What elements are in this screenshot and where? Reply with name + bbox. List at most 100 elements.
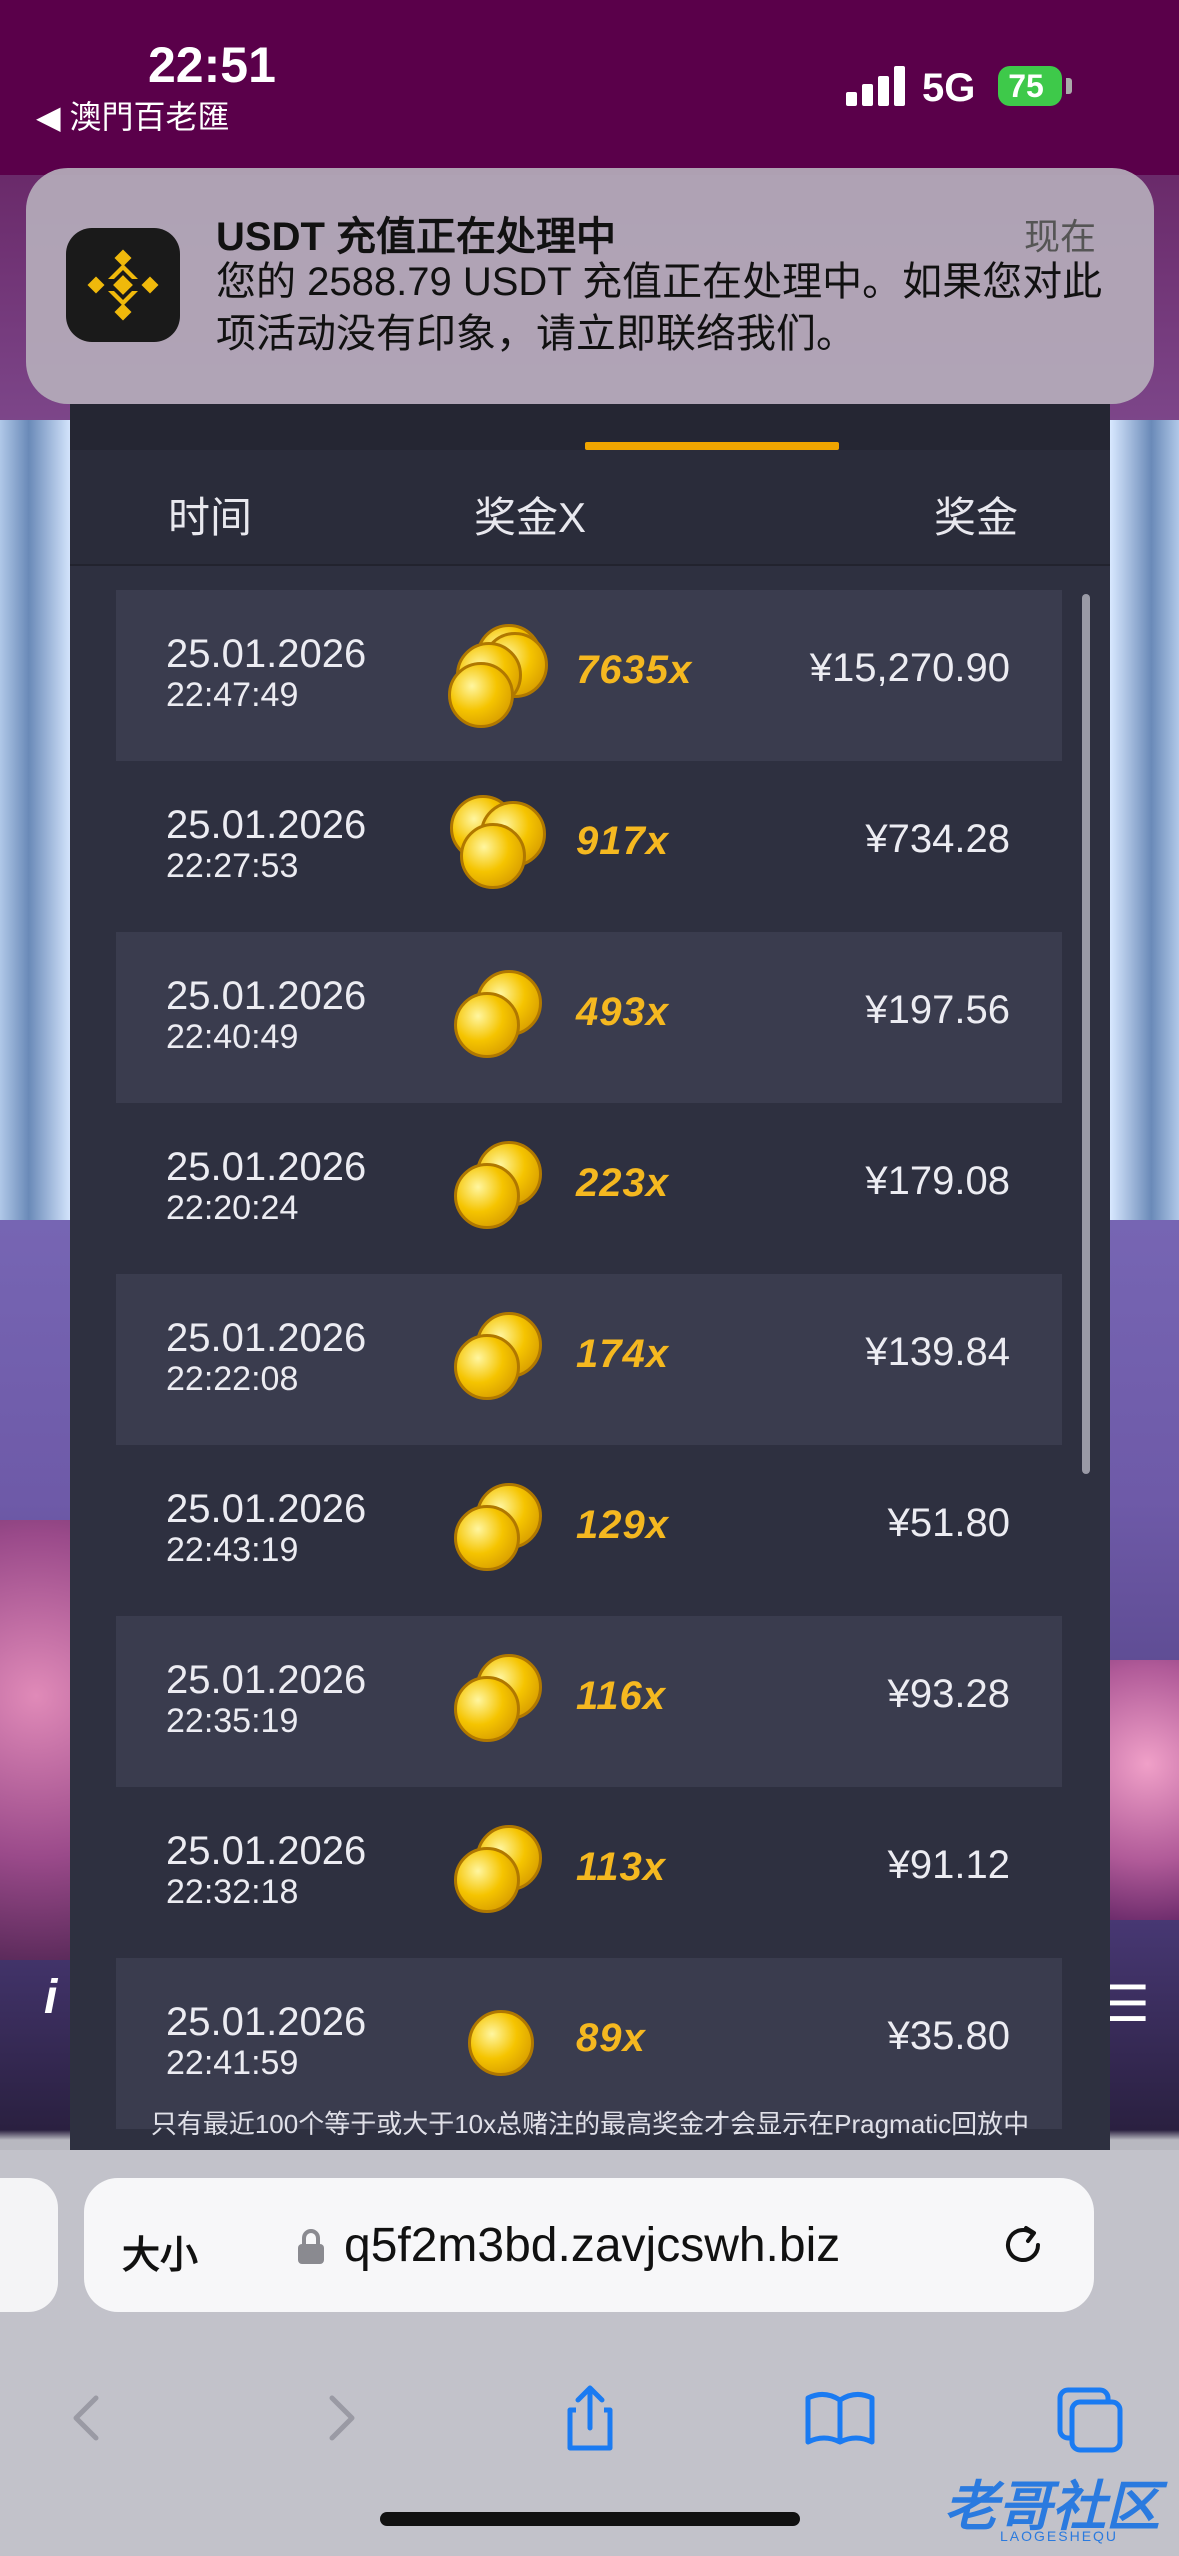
notification-title: USDT 充值正在处理中 bbox=[216, 215, 616, 259]
coins-icon bbox=[446, 1821, 556, 1921]
battery-icon: 75 bbox=[998, 66, 1062, 106]
coins-icon bbox=[446, 1992, 556, 2092]
coin-icon bbox=[454, 1334, 520, 1400]
row-multiplier: 917x bbox=[576, 819, 669, 863]
row-date: 25.01.2026 bbox=[166, 1145, 367, 1189]
right-candy-art bbox=[1100, 1660, 1179, 1920]
table-header: 时间 奖金X 奖金 bbox=[70, 450, 1110, 566]
row-time: 22:47:49 bbox=[166, 676, 299, 714]
bookmarks-icon[interactable] bbox=[800, 2378, 880, 2458]
row-multiplier: 174x bbox=[576, 1332, 669, 1376]
row-amount: ¥179.08 bbox=[865, 1159, 1010, 1203]
row-amount: ¥93.28 bbox=[887, 1672, 1010, 1716]
row-time: 22:32:18 bbox=[166, 1873, 299, 1911]
coins-icon bbox=[446, 1479, 556, 1579]
coin-icon bbox=[454, 992, 520, 1058]
table-row[interactable]: 25.01.2026 22:47:49 7635x ¥15,270.90 bbox=[116, 590, 1062, 761]
coins-icon bbox=[446, 1308, 556, 1408]
right-pillar-art bbox=[1110, 420, 1179, 1220]
row-amount: ¥35.80 bbox=[887, 2014, 1010, 2058]
coin-icon bbox=[460, 823, 526, 889]
back-to-app-link[interactable]: ◀ 澳門百老匯 bbox=[36, 92, 230, 138]
table-row[interactable]: 25.01.2026 22:35:19 116x ¥93.28 bbox=[116, 1616, 1062, 1787]
row-date: 25.01.2026 bbox=[166, 1487, 367, 1531]
scrollbar[interactable] bbox=[1082, 594, 1090, 1474]
notification-body: 您的 2588.79 USDT 充值正在处理中。如果您对此项活动没有印象，请立即… bbox=[216, 260, 1103, 356]
row-multiplier: 223x bbox=[576, 1161, 669, 1205]
info-icon[interactable]: i bbox=[44, 1970, 57, 2025]
row-multiplier: 493x bbox=[576, 990, 669, 1034]
row-date: 25.01.2026 bbox=[166, 1658, 367, 1702]
row-time: 22:35:19 bbox=[166, 1702, 299, 1740]
header-multiplier: 奖金X bbox=[474, 494, 587, 541]
table-row[interactable]: 25.01.2026 22:32:18 113x ¥91.12 bbox=[116, 1787, 1062, 1958]
previous-tab-preview[interactable] bbox=[0, 2178, 58, 2312]
row-date: 25.01.2026 bbox=[166, 803, 367, 847]
row-date: 25.01.2026 bbox=[166, 1316, 367, 1360]
status-time: 22:51 bbox=[148, 37, 276, 93]
footnote: 只有最近100个等于或大于10x总赌注的最高奖金才会显示在Pragmatic回放… bbox=[150, 2109, 1030, 2139]
tab-strip bbox=[70, 404, 1110, 450]
status-bar: 22:51 ◀ 澳門百老匯 5G 75 bbox=[0, 0, 1179, 175]
battery-tip bbox=[1066, 78, 1072, 94]
row-multiplier: 7635x bbox=[576, 648, 693, 692]
coin-icon bbox=[454, 1163, 520, 1229]
coins-icon bbox=[446, 795, 556, 895]
header-time: 时间 bbox=[168, 494, 253, 541]
table-row[interactable]: 25.01.2026 22:27:53 917x ¥734.28 bbox=[116, 761, 1062, 932]
row-date: 25.01.2026 bbox=[166, 974, 367, 1018]
table-row[interactable]: 25.01.2026 22:40:49 493x ¥197.56 bbox=[116, 932, 1062, 1103]
coin-icon bbox=[454, 1847, 520, 1913]
big-wins-panel: 时间 奖金X 奖金 25.01.2026 22:47:49 7635x ¥15,270… bbox=[70, 404, 1110, 2150]
tabs-icon[interactable] bbox=[1050, 2378, 1130, 2458]
network-type: 5G bbox=[922, 66, 976, 110]
forward-arrow-icon[interactable] bbox=[300, 2378, 380, 2458]
table-row[interactable]: 25.01.2026 22:20:24 223x ¥179.08 bbox=[116, 1103, 1062, 1274]
header-prize: 奖金 bbox=[933, 494, 1018, 541]
table-row[interactable]: 25.01.2026 22:43:19 129x ¥51.80 bbox=[116, 1445, 1062, 1616]
url-text[interactable]: q5f2m3bd.zavjcswh.biz bbox=[344, 2218, 840, 2273]
lock-icon bbox=[298, 2229, 324, 2264]
row-time: 22:27:53 bbox=[166, 847, 299, 885]
home-indicator[interactable] bbox=[380, 2512, 800, 2526]
row-multiplier: 89x bbox=[576, 2016, 646, 2060]
row-date: 25.01.2026 bbox=[166, 1829, 367, 1873]
address-bar[interactable]: 大小 q5f2m3bd.zavjcswh.biz bbox=[84, 2178, 1094, 2312]
notification-time: 现在 bbox=[1024, 216, 1097, 257]
watermark-subtext: LAOGESHEQU bbox=[1000, 2528, 1119, 2544]
row-amount: ¥734.28 bbox=[865, 817, 1010, 861]
share-icon[interactable] bbox=[550, 2378, 630, 2458]
coin-icon bbox=[454, 1676, 520, 1742]
row-amount: ¥51.80 bbox=[887, 1501, 1010, 1545]
battery-level: 75 bbox=[1008, 68, 1044, 104]
left-pillar-art bbox=[0, 420, 72, 1220]
row-multiplier: 113x bbox=[576, 1845, 667, 1889]
notification-banner[interactable]: USDT 充值正在处理中 现在 您的 2588.79 USDT 充值正在处理中。… bbox=[26, 168, 1154, 404]
row-amount: ¥15,270.90 bbox=[809, 646, 1010, 690]
wins-list[interactable]: 25.01.2026 22:47:49 7635x ¥15,270.90 25.01.2… bbox=[116, 590, 1062, 2129]
row-time: 22:41:59 bbox=[166, 2044, 299, 2082]
back-arrow-icon[interactable] bbox=[48, 2378, 128, 2458]
coin-icon bbox=[454, 1505, 520, 1571]
coins-icon bbox=[446, 966, 556, 1066]
menu-icon[interactable]: ☰ bbox=[1105, 1975, 1150, 2033]
row-time: 22:20:24 bbox=[166, 1189, 299, 1227]
row-amount: ¥91.12 bbox=[887, 1843, 1010, 1887]
row-date: 25.01.2026 bbox=[166, 2000, 367, 2044]
coins-icon bbox=[446, 1650, 556, 1750]
coin-icon bbox=[448, 662, 514, 728]
row-time: 22:43:19 bbox=[166, 1531, 299, 1569]
binance-logo-icon bbox=[66, 228, 180, 342]
signal-icon bbox=[846, 66, 906, 106]
table-row[interactable]: 25.01.2026 22:22:08 174x ¥139.84 bbox=[116, 1274, 1062, 1445]
row-time: 22:22:08 bbox=[166, 1360, 299, 1398]
row-multiplier: 129x bbox=[576, 1503, 669, 1547]
reload-icon[interactable] bbox=[998, 2220, 1048, 2270]
coin-icon bbox=[468, 2010, 534, 2076]
coins-icon bbox=[446, 1137, 556, 1237]
row-amount: ¥197.56 bbox=[865, 988, 1010, 1032]
row-amount: ¥139.84 bbox=[865, 1330, 1010, 1374]
active-tab-indicator bbox=[585, 442, 839, 450]
text-size-button[interactable]: 大小 bbox=[122, 2224, 198, 2279]
row-time: 22:40:49 bbox=[166, 1018, 299, 1056]
